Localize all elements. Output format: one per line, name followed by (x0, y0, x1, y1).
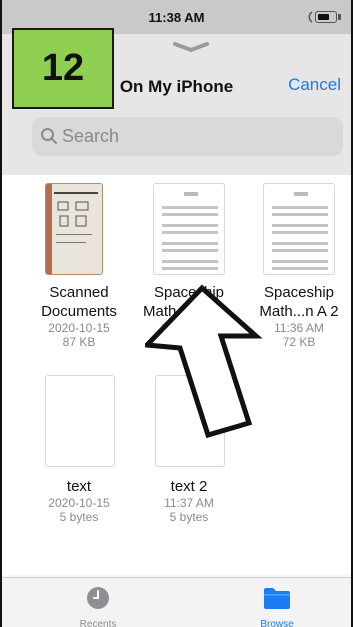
file-date: 2020-10-15 (48, 496, 110, 510)
file-thumbnail (45, 183, 103, 275)
file-thumbnail (263, 183, 335, 275)
file-size: 5 bytes (169, 510, 209, 524)
tab-recents[interactable]: Recents (38, 578, 158, 627)
hollow-arrow-icon (145, 284, 263, 439)
chevron-down-icon[interactable] (172, 40, 210, 54)
charging-arc-icon (308, 11, 313, 23)
file-name: text 2 (170, 478, 208, 495)
tab-browse[interactable]: Browse (217, 578, 337, 627)
file-date: 11:37 AM (164, 496, 214, 510)
folder-icon (264, 588, 290, 609)
worksheet-page-icon (272, 192, 328, 270)
file-thumbnail (153, 183, 225, 275)
tab-label: Recents (79, 619, 117, 627)
file-name: text (66, 478, 92, 495)
search-icon (41, 128, 57, 144)
scanned-page-icon (46, 184, 102, 274)
file-thumbnail (45, 375, 115, 467)
worksheet-page-icon (162, 192, 218, 270)
status-time: 11:38 AM (148, 10, 205, 25)
search-bar[interactable] (32, 117, 343, 156)
battery-icon (305, 10, 341, 24)
tab-bar: Recents Browse (2, 577, 351, 627)
clock-icon (87, 587, 109, 609)
step-number-badge: 12 (12, 28, 114, 109)
file-date: 2020-10-15 (48, 321, 110, 335)
file-name-line2: Documents (41, 303, 117, 320)
tab-label: Browse (260, 619, 294, 627)
file-name: Scanned (49, 284, 109, 301)
search-input[interactable] (62, 117, 332, 156)
cancel-button[interactable]: Cancel (288, 75, 341, 95)
file-size: 87 KB (62, 335, 96, 349)
file-size: 5 bytes (59, 510, 99, 524)
